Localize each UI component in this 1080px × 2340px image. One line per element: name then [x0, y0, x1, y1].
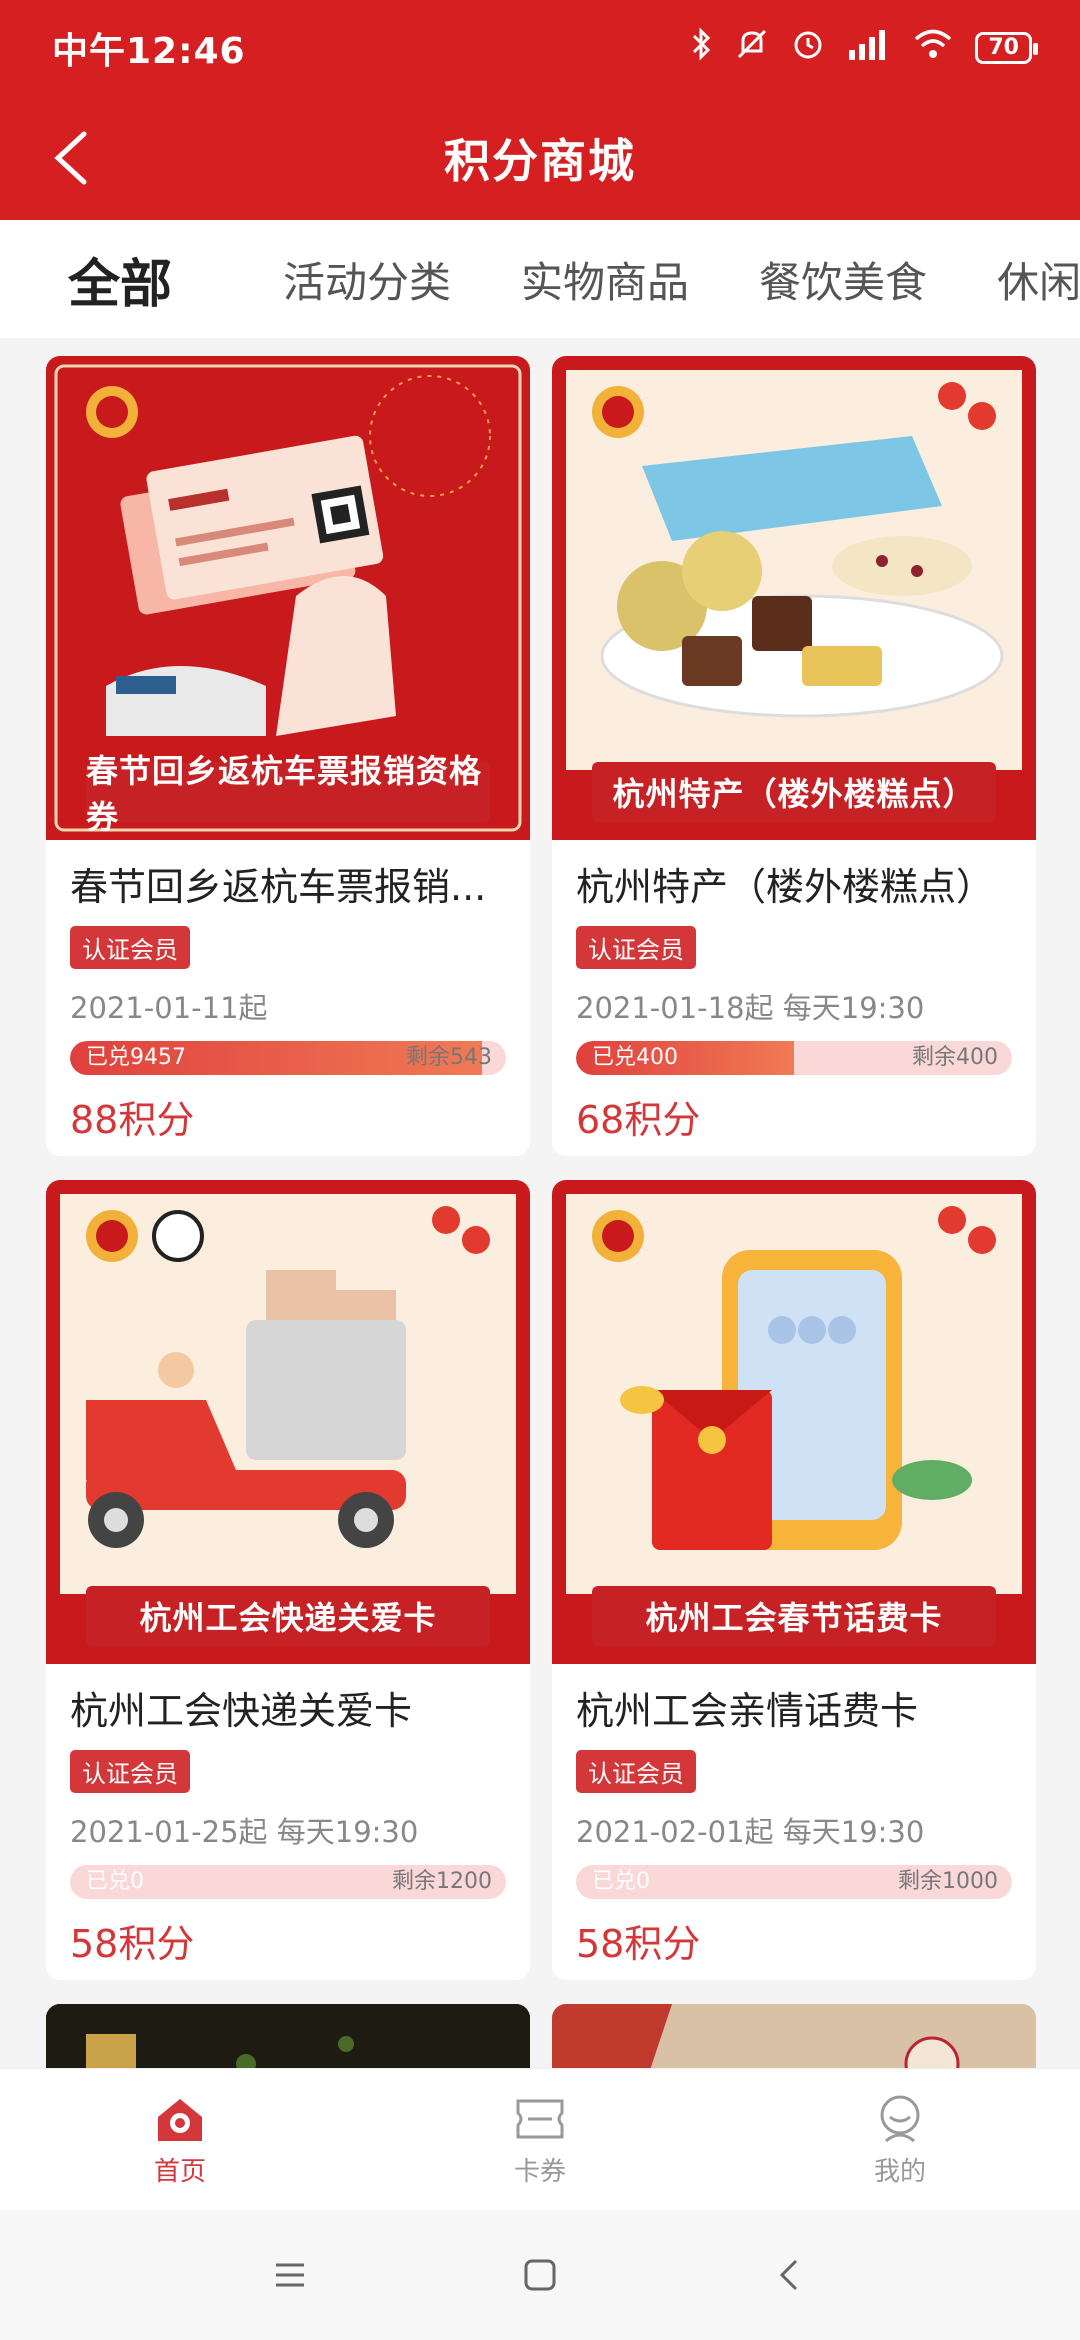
- home-square-icon[interactable]: [520, 2255, 560, 2295]
- nav-label: 卡券: [513, 2157, 566, 2187]
- poster-caption: 杭州特产（楼外楼糕点）: [592, 762, 996, 822]
- product-poster: 春节回乡返杭车票报销资格券: [46, 356, 530, 840]
- status-icons: 70: [691, 27, 1038, 69]
- product-card[interactable]: [46, 2004, 530, 2068]
- nav-label: 我的: [873, 2157, 926, 2187]
- nav-profile[interactable]: 我的: [720, 2069, 1080, 2210]
- poster-caption: 杭州工会快递关爱卡: [86, 1586, 490, 1646]
- product-poster: 杭州工会快递关爱卡: [46, 1180, 530, 1664]
- product-date: 2021-01-18起 每天19:30: [576, 991, 925, 1025]
- wifi-icon: [913, 28, 953, 68]
- product-points: 58积分: [576, 1922, 701, 1966]
- status-time: 中午12:46: [52, 31, 246, 72]
- nav-label: 首页: [153, 2157, 206, 2187]
- redeem-progress: 已兑9457 剩余543: [70, 1041, 506, 1075]
- poster-caption: 杭州工会春节话费卡: [592, 1586, 996, 1646]
- product-card[interactable]: [552, 2004, 1036, 2068]
- product-name: 杭州工会快递关爱卡: [70, 1689, 413, 1733]
- product-card[interactable]: 杭州工会快递关爱卡 杭州工会快递关爱卡 认证会员 2021-01-25起 每天1…: [46, 1180, 530, 1980]
- category-tabs: 全部 活动分类 实物商品 餐饮美食 休闲: [0, 220, 1080, 338]
- bottom-nav: 首页 卡券 我的: [0, 2068, 1080, 2210]
- back-button[interactable]: [40, 126, 104, 190]
- member-badge: 认证会员: [576, 926, 696, 969]
- product-grid: 春节回乡返杭车票报销资格券 春节回乡返杭车票报销... 认证会员 2021-01…: [0, 338, 1080, 2068]
- remaining-count: 剩余1000: [898, 1869, 998, 1894]
- product-points: 88积分: [70, 1098, 195, 1142]
- signal-icon: [847, 28, 891, 68]
- remaining-count: 剩余400: [912, 1045, 998, 1070]
- nav-home[interactable]: 首页: [0, 2069, 360, 2210]
- product-name: 杭州工会亲情话费卡: [576, 1689, 919, 1733]
- home-icon: [158, 2099, 202, 2141]
- redeemed-count: 已兑9457: [86, 1045, 186, 1070]
- product-card[interactable]: 春节回乡返杭车票报销资格券 春节回乡返杭车票报销... 认证会员 2021-01…: [46, 356, 530, 1156]
- menu-icon[interactable]: [270, 2255, 310, 2295]
- status-bar: 中午12:46 70: [0, 0, 1080, 96]
- member-badge: 认证会员: [70, 926, 190, 969]
- battery-indicator: 70: [975, 32, 1038, 64]
- redeem-progress: 已兑400 剩余400: [576, 1041, 1012, 1075]
- system-nav-bar: [0, 2210, 1080, 2340]
- product-card[interactable]: 杭州工会春节话费卡 杭州工会亲情话费卡 认证会员 2021-02-01起 每天1…: [552, 1180, 1036, 1980]
- redeemed-count: 已兑0: [592, 1869, 650, 1894]
- bluetooth-icon: [691, 27, 713, 69]
- redeemed-count: 已兑400: [592, 1045, 678, 1070]
- product-date: 2021-01-11起: [70, 991, 268, 1025]
- remaining-count: 剩余543: [406, 1045, 492, 1070]
- product-poster: 杭州工会春节话费卡: [552, 1180, 1036, 1664]
- coupon-icon: [516, 2099, 564, 2139]
- product-points: 58积分: [70, 1922, 195, 1966]
- tab-leisure[interactable]: 休闲: [962, 249, 1080, 310]
- redeemed-count: 已兑0: [86, 1869, 144, 1894]
- product-date: 2021-02-01起 每天19:30: [576, 1815, 925, 1849]
- redeem-progress: 已兑0 剩余1200: [70, 1865, 506, 1899]
- product-date: 2021-01-25起 每天19:30: [70, 1815, 419, 1849]
- product-poster: [46, 2004, 530, 2068]
- profile-icon: [880, 2095, 920, 2143]
- product-name: 杭州特产（楼外楼糕点）: [576, 865, 995, 909]
- member-badge: 认证会员: [576, 1750, 696, 1793]
- back-triangle-icon[interactable]: [770, 2255, 810, 2295]
- product-poster: [552, 2004, 1036, 2068]
- nav-coupons[interactable]: 卡券: [360, 2069, 720, 2210]
- redeem-progress: 已兑0 剩余1000: [576, 1865, 1012, 1899]
- tab-physical-goods[interactable]: 实物商品: [486, 249, 724, 310]
- product-poster: 杭州特产（楼外楼糕点）: [552, 356, 1036, 840]
- tab-activity-category[interactable]: 活动分类: [248, 249, 486, 310]
- tab-all[interactable]: 全部: [0, 242, 248, 317]
- app-header-area: 中午12:46 70 积分商城: [0, 0, 1080, 220]
- nav-header: 积分商城: [0, 96, 1080, 220]
- chevron-left-icon: [54, 131, 87, 185]
- product-name: 春节回乡返杭车票报销...: [70, 865, 487, 909]
- mute-icon: [735, 27, 769, 69]
- alarm-icon: [791, 27, 825, 69]
- page-title: 积分商城: [444, 134, 636, 188]
- remaining-count: 剩余1200: [392, 1869, 492, 1894]
- tab-food-dining[interactable]: 餐饮美食: [724, 249, 962, 310]
- member-badge: 认证会员: [70, 1750, 190, 1793]
- product-card[interactable]: 杭州特产（楼外楼糕点） 杭州特产（楼外楼糕点） 认证会员 2021-01-18起…: [552, 356, 1036, 1156]
- product-points: 68积分: [576, 1098, 701, 1142]
- poster-caption: 春节回乡返杭车票报销资格券: [86, 752, 490, 836]
